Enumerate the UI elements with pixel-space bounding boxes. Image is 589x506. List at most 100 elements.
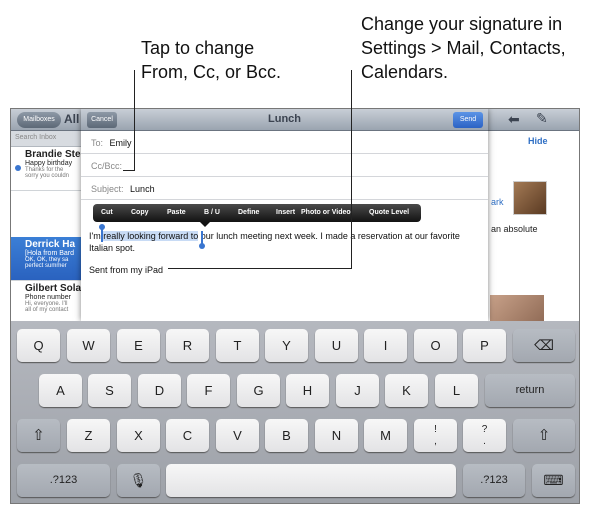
key-h[interactable]: H bbox=[286, 374, 329, 407]
message-preview: all of my contact bbox=[25, 307, 69, 313]
key-e[interactable]: E bbox=[117, 329, 160, 362]
compose-title: Lunch bbox=[268, 113, 301, 125]
contact-photo bbox=[513, 181, 547, 215]
key-d[interactable]: D bbox=[138, 374, 181, 407]
menu-item-paste[interactable]: Paste bbox=[167, 209, 186, 216]
cc-bcc-field[interactable]: Cc/Bcc: bbox=[81, 154, 488, 177]
key-m[interactable]: M bbox=[364, 419, 407, 452]
key-s[interactable]: S bbox=[88, 374, 131, 407]
callout-right-line3: Calendars. bbox=[361, 62, 449, 82]
text-fragment: an absolute bbox=[491, 224, 538, 234]
key-exclamation-comma[interactable]: ! , bbox=[414, 419, 457, 452]
list-item[interactable]: Brandie Ste Happy birthday Thanks for th… bbox=[11, 147, 81, 191]
shift-icon[interactable]: ⇧ bbox=[17, 419, 60, 452]
key-l[interactable]: L bbox=[435, 374, 478, 407]
cc-bcc-label: Cc/Bcc: bbox=[91, 161, 123, 171]
selection-end-knob[interactable] bbox=[199, 243, 205, 249]
menu-item-define[interactable]: Define bbox=[238, 209, 259, 216]
callout-left-line1: Tap to change bbox=[141, 38, 255, 58]
message-subject: Happy birthday bbox=[25, 160, 73, 167]
key-a[interactable]: A bbox=[39, 374, 82, 407]
key-p[interactable]: P bbox=[463, 329, 506, 362]
key-v[interactable]: V bbox=[216, 419, 259, 452]
unread-dot-icon bbox=[15, 165, 21, 171]
backspace-icon[interactable]: ⌫ bbox=[513, 329, 575, 362]
key-g[interactable]: G bbox=[237, 374, 280, 407]
key-w[interactable]: W bbox=[67, 329, 110, 362]
signature: Sent from my iPad bbox=[89, 265, 164, 275]
to-field[interactable]: To: Emily bbox=[81, 131, 488, 154]
body-before: I'm bbox=[89, 231, 104, 241]
key-b[interactable]: B bbox=[265, 419, 308, 452]
key-question-period[interactable]: ? . bbox=[463, 419, 506, 452]
key-y[interactable]: Y bbox=[265, 329, 308, 362]
menu-item-photo-video[interactable]: Photo or Video bbox=[301, 209, 351, 216]
hide-button[interactable]: Hide bbox=[528, 136, 548, 146]
message-preview: sorry you couldn bbox=[25, 173, 70, 179]
message-subject: Phone number bbox=[25, 294, 71, 301]
keyboard: Q W E R T Y U I O P ⌫ A S D F G H J K L … bbox=[11, 321, 579, 503]
send-button[interactable]: Send bbox=[453, 112, 483, 128]
shift-icon[interactable]: ⇧ bbox=[513, 419, 575, 452]
inbox-list: Search Inbox Brandie Ste Happy birthday … bbox=[11, 131, 81, 325]
key-period-label: . bbox=[483, 436, 486, 447]
ipad-screen: Mailboxes All I ⬅ ✎ Search Inbox Brandie… bbox=[10, 108, 580, 504]
callout-right-line1: Change your signature in bbox=[361, 14, 563, 34]
menu-item-copy[interactable]: Copy bbox=[131, 209, 149, 216]
message-sender: Gilbert Sola bbox=[25, 283, 81, 294]
list-item[interactable]: Gilbert Sola Phone number Hi, everyone. … bbox=[11, 281, 81, 325]
menu-item-bold-underline[interactable]: B / U bbox=[204, 209, 220, 216]
numbers-key-left[interactable]: .?123 bbox=[17, 464, 110, 497]
edit-menu-pointer bbox=[200, 222, 210, 227]
callout-signature: Change your signature in Settings > Mail… bbox=[361, 12, 566, 84]
menu-item-insert[interactable]: Insert bbox=[276, 209, 295, 216]
space-bar[interactable] bbox=[166, 464, 456, 497]
key-z[interactable]: Z bbox=[67, 419, 110, 452]
menu-item-quote-level[interactable]: Quote Level bbox=[369, 209, 409, 216]
key-u[interactable]: U bbox=[315, 329, 358, 362]
key-c[interactable]: C bbox=[166, 419, 209, 452]
callout-right-line2: Settings > Mail, Contacts, bbox=[361, 38, 566, 58]
subject-label: Subject: bbox=[91, 184, 124, 194]
subject-field[interactable]: Subject: Lunch bbox=[81, 177, 488, 200]
callout-from-cc-bcc: Tap to change From, Cc, or Bcc. bbox=[141, 36, 281, 84]
microphone-icon[interactable]: 🎙 bbox=[117, 464, 160, 497]
callout-right-leader-horizontal bbox=[168, 268, 352, 269]
mailboxes-button[interactable]: Mailboxes bbox=[17, 112, 61, 128]
compose-icon[interactable]: ✎ bbox=[536, 110, 548, 127]
list-item[interactable]: Derrick Ha [Hola from Bard OK, OK, they … bbox=[11, 237, 81, 281]
key-q[interactable]: Q bbox=[17, 329, 60, 362]
menu-item-cut[interactable]: Cut bbox=[101, 209, 113, 216]
compose-toolbar: Cancel Lunch Send bbox=[81, 109, 488, 131]
key-f[interactable]: F bbox=[187, 374, 230, 407]
to-value: Emily bbox=[109, 138, 132, 148]
key-i[interactable]: I bbox=[364, 329, 407, 362]
key-k[interactable]: K bbox=[385, 374, 428, 407]
to-label: To: bbox=[91, 138, 104, 148]
return-key[interactable]: return bbox=[485, 374, 575, 407]
message-preview: perfect summer bbox=[25, 263, 67, 269]
key-j[interactable]: J bbox=[336, 374, 379, 407]
message-sender: Brandie Ste bbox=[25, 149, 81, 160]
compose-sheet: Cancel Lunch Send To: Emily Cc/Bcc: Subj… bbox=[81, 109, 488, 321]
numbers-key-right[interactable]: .?123 bbox=[463, 464, 525, 497]
message-body[interactable]: I'm really looking forward to our lunch … bbox=[89, 230, 484, 254]
search-placeholder: Search Inbox bbox=[15, 134, 57, 141]
key-r[interactable]: R bbox=[166, 329, 209, 362]
key-n[interactable]: N bbox=[315, 419, 358, 452]
key-t[interactable]: T bbox=[216, 329, 259, 362]
callout-left-leader-vertical bbox=[134, 70, 135, 171]
key-x[interactable]: X bbox=[117, 419, 160, 452]
key-o[interactable]: O bbox=[414, 329, 457, 362]
search-bar[interactable]: Search Inbox bbox=[11, 131, 81, 147]
keyboard-dismiss-icon[interactable]: ⌨ bbox=[532, 464, 575, 497]
reply-arrow-icon[interactable]: ⬅ bbox=[508, 111, 520, 128]
callout-left-line2: From, Cc, or Bcc. bbox=[141, 62, 282, 82]
message-sender: Derrick Ha bbox=[25, 239, 76, 250]
message-subject: [Hola from Bard bbox=[25, 250, 75, 257]
key-comma-label: , bbox=[434, 436, 437, 447]
callout-right-leader-vertical bbox=[351, 70, 352, 269]
link-fragment[interactable]: ark bbox=[491, 197, 504, 207]
subject-value: Lunch bbox=[130, 184, 155, 194]
key-exclamation-label: ! bbox=[434, 424, 437, 435]
